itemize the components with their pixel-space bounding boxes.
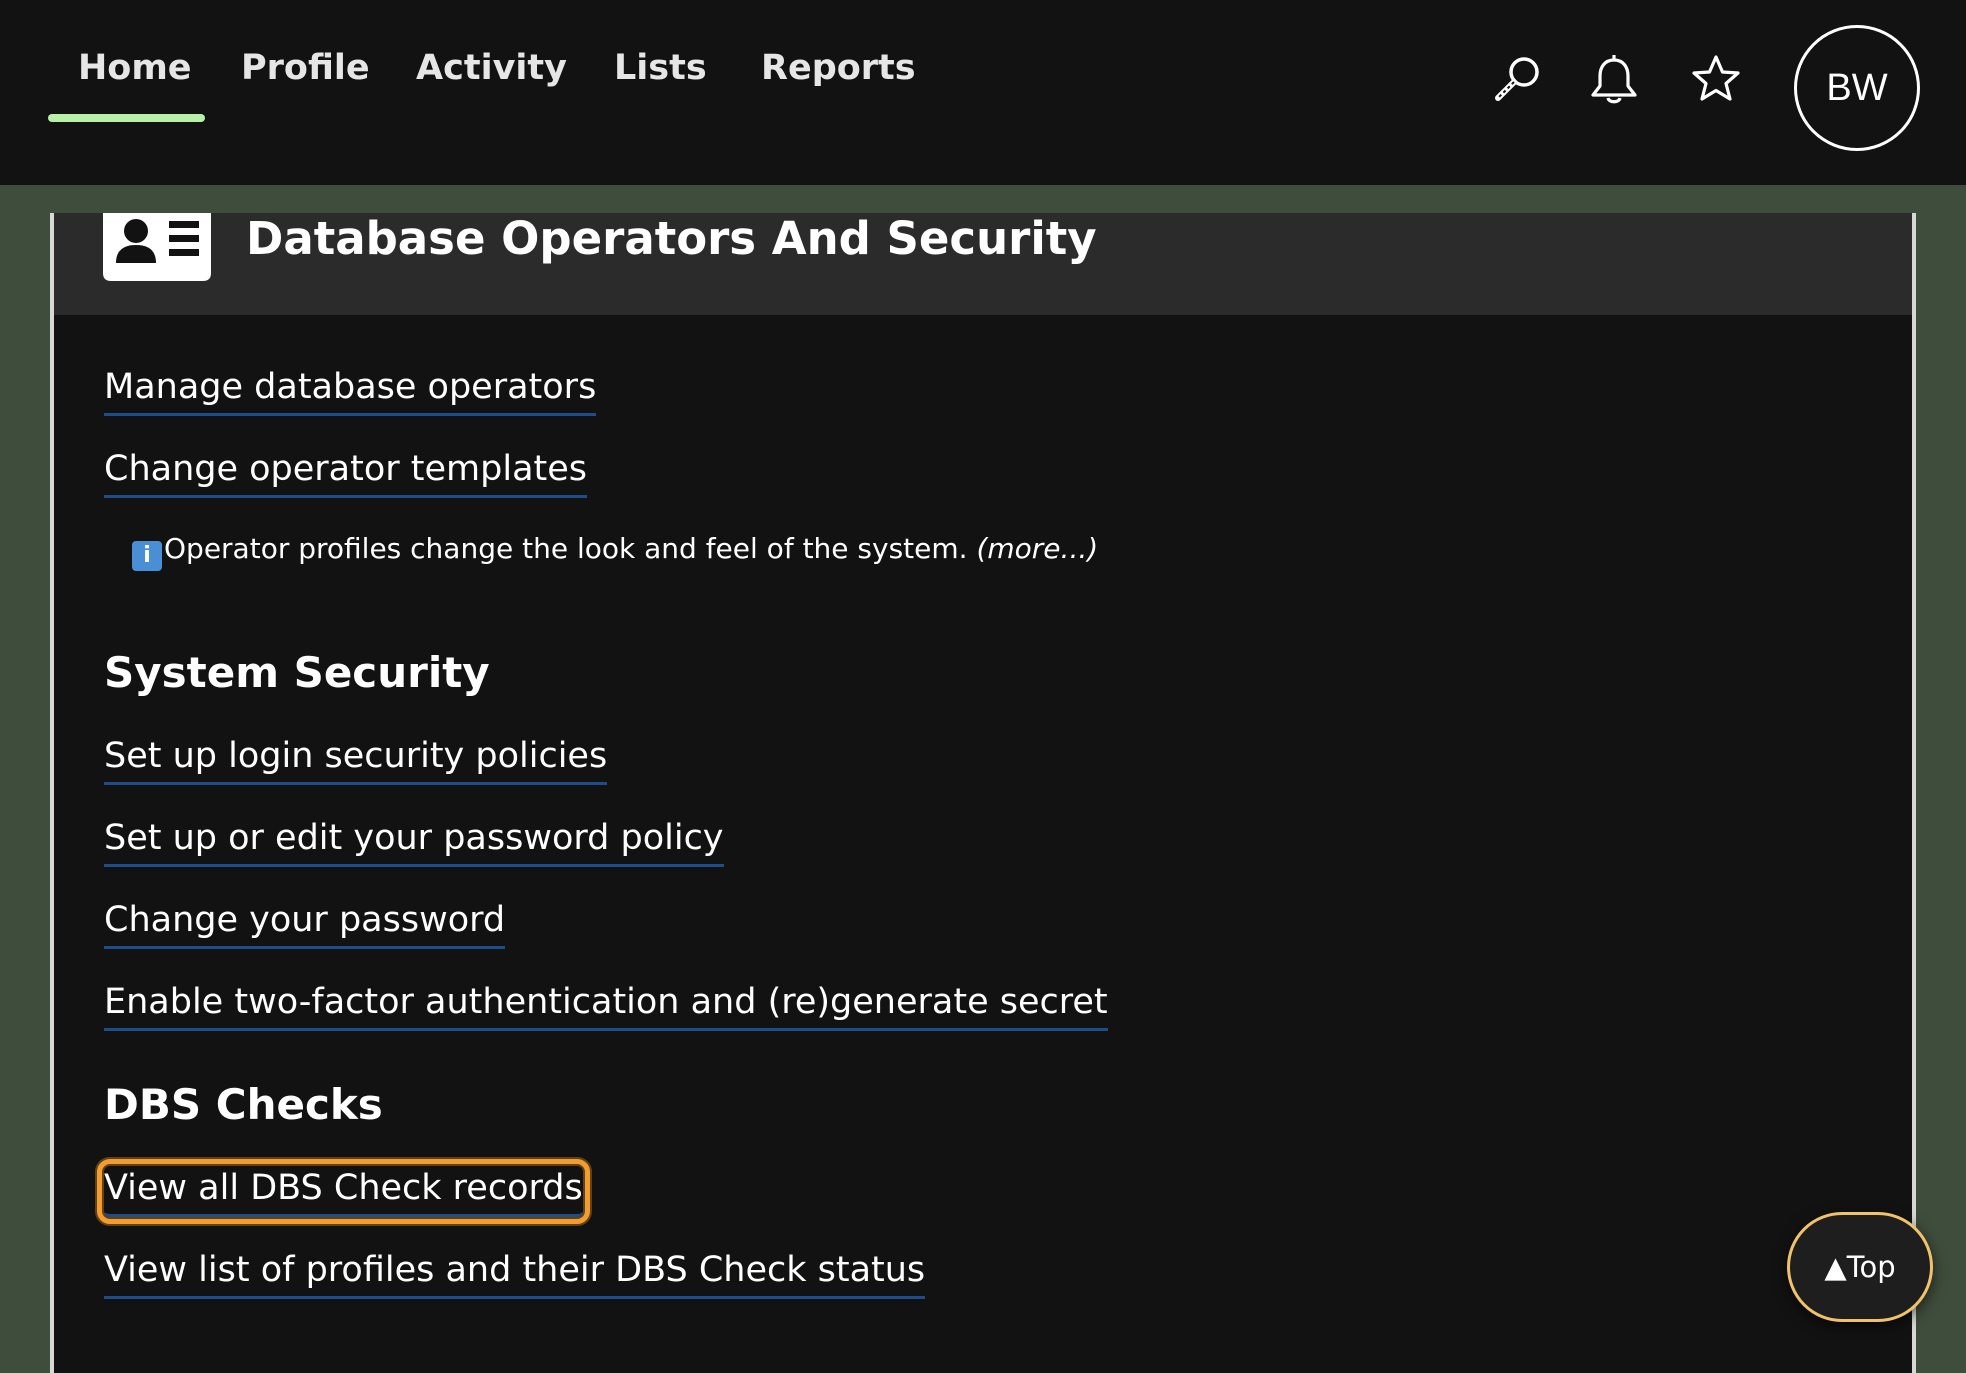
more-link[interactable]: (more...) [976,532,1098,565]
bell-icon[interactable] [1586,52,1642,108]
tab-reports[interactable]: Reports [761,48,916,88]
search-icon[interactable] [1490,52,1546,108]
top-button-label: Top [1846,1250,1896,1284]
profiles-dbs-check-status-link[interactable]: View list of profiles and their DBS Chec… [104,1248,926,1299]
info-icon: i [132,541,162,571]
login-security-policies-link[interactable]: Set up login security policies [104,734,608,785]
panel-header: Database Operators And Security [54,213,1912,315]
back-to-top-button[interactable]: ▲ Top [1787,1212,1933,1322]
password-policy-link[interactable]: Set up or edit your password policy [104,816,724,867]
dbs-checks-heading: DBS Checks [104,1080,383,1129]
tab-home[interactable]: Home [78,48,192,88]
up-arrow-icon: ▲ [1824,1250,1847,1284]
operator-profiles-info: i Operator profiles change the look and f… [132,529,1098,571]
top-navigation-bar: Home Profile Activity Lists Reports BW [0,0,1966,185]
system-security-heading: System Security [104,648,490,697]
star-icon[interactable] [1688,52,1744,108]
change-operator-templates-link[interactable]: Change operator templates [104,447,588,498]
tab-lists[interactable]: Lists [614,48,707,88]
view-dbs-check-records-link[interactable]: View all DBS Check records [97,1159,590,1224]
panel-title: Database Operators And Security [246,212,1097,265]
tab-activity[interactable]: Activity [416,48,567,88]
contact-card-icon [103,213,211,281]
active-tab-indicator [48,114,205,122]
change-password-link[interactable]: Change your password [104,898,506,949]
user-avatar[interactable]: BW [1794,25,1920,151]
manage-database-operators-link[interactable]: Manage database operators [104,365,597,416]
tab-profile[interactable]: Profile [241,48,370,88]
two-factor-authentication-link[interactable]: Enable two-factor authentication and (re… [104,980,1108,1031]
database-operators-panel: Database Operators And Security Manage d… [50,213,1916,1373]
info-text: Operator profiles change the look and fe… [164,532,968,565]
